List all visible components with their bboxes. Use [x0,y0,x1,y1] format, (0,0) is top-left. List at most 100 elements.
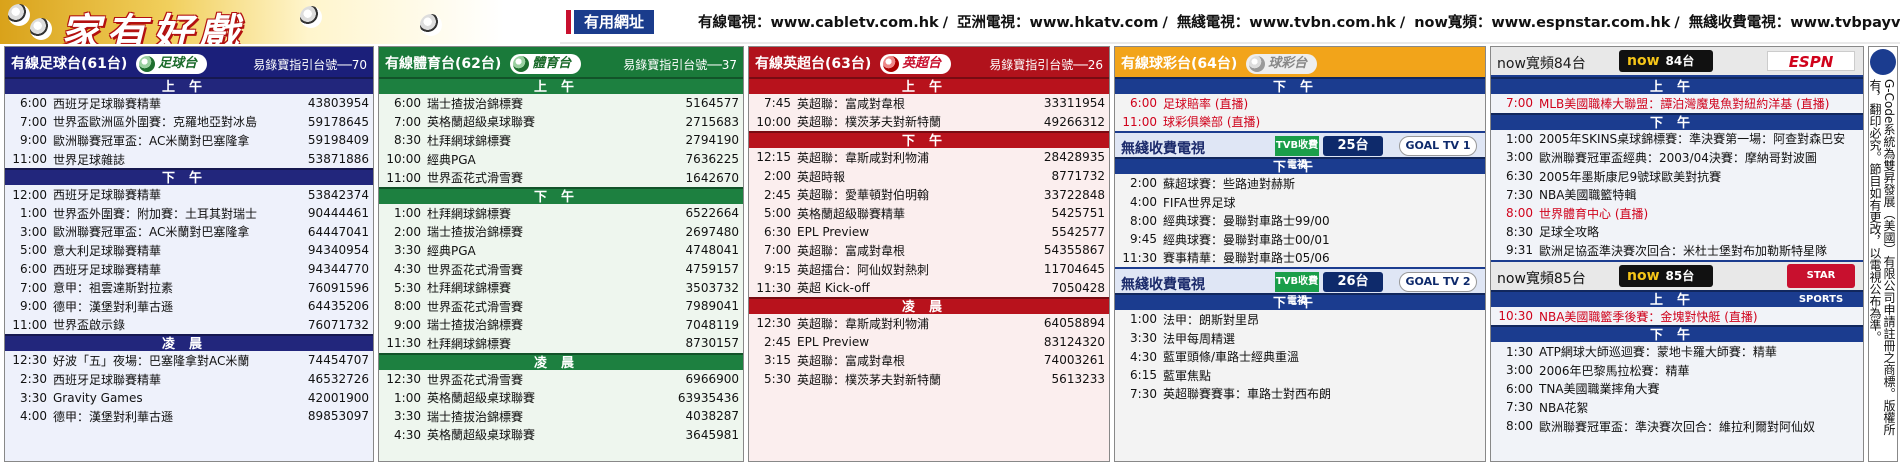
now-85-header: now寬頻85台 now 85台 STAR SPORTS [1491,259,1863,305]
program-title: 好波「五」夜場：巴塞隆拿對AC米蘭 [53,353,250,368]
gcode: 64058894 [1043,316,1105,331]
channel-name: 有線英超台(63台) [755,56,872,72]
section-header: 下午 [5,168,373,186]
program-title: 英超聯：樸茨茅夫對新特蘭 [797,115,942,130]
url-tvb[interactable]: 無綫電視：www.tvbn.com.hk [1177,15,1396,31]
program-title: 世界盃花式滑雪賽 [427,171,524,186]
program-time: 6:00 [1130,96,1157,111]
program-time: 6:15 [1130,368,1157,383]
program-row: 1:00 2005年SKINS桌球錦標賽：準決賽第一場：阿查對森巴安 [1491,130,1863,149]
program-row: 8:00 世界體育中心 (直播) [1491,204,1863,223]
gcode: 8730157 [685,336,739,351]
gcode: 5164577 [685,96,739,111]
tvb-logo: TVB收費電視 [1275,272,1319,307]
gcode: 7636225 [685,152,739,167]
program-row: 3:15 英超聯：富咸對韋根 74003261 [749,351,1109,370]
program-row: 2:00 蘇超球賽：些路迪對赫斯 [1115,174,1485,193]
gcode: 7989041 [685,299,739,314]
guide-number: 易錄寶指引台號──37 [623,58,737,72]
program-title: 世界盃外圍賽：附加賽：土耳其對瑞士 [53,206,258,221]
program-time: 7:30 [1506,187,1533,202]
program-row: 11:30 杜拜網球錦標賽 8730157 [379,334,743,353]
program-time: 1:00 [1506,131,1533,146]
program-time: 3:30 [20,390,47,405]
channel-number: 25台 [1323,136,1383,157]
gcode: 4038287 [685,409,739,424]
gcode: 54355867 [1043,243,1105,258]
program-time: 12:30 [756,316,791,331]
channel-header: 有線英超台(63台) 英超台 易錄寶指引台號──26 [749,47,1109,77]
program-time: 7:00 [20,280,47,295]
program-time: 7:00 [20,114,47,129]
channel-column-cable-lottery: 有線球彩台(64台) 球彩台 下午 6:00 足球賠率 (直播) 11:00 球彩俱樂部… [1114,46,1486,462]
program-row: 9:00 瑞士揸拔治錦標賽 7048119 [379,316,743,335]
program-title: 球彩俱樂部 (直播) [1163,115,1261,130]
program-title: 世界盃花式滑雪賽 [427,372,524,387]
program-row: 11:00 世界足球雜誌 53871886 [5,150,373,169]
program-row: 1:00 英格蘭超級桌球聯賽 63935436 [379,388,743,407]
side-note: G-Code系統為雙昇發展（美國）有限公司申請註冊之商標。版權所有，翻印必究。節… [1868,79,1896,436]
program-time: 11:00 [1122,114,1157,129]
channel-column-cable-football: 有線足球台(61台) 足球台 易錄寶指引台號──70 上午 6:00 西班牙足球聯賽… [4,46,374,462]
program-time: 6:00 [20,262,47,277]
program-row: 7:00 英格蘭超級桌球聯賽 2715683 [379,113,743,132]
channel-column-now: now寬頻84台 now 84台 ESPN 上午 7:00 MLB美國職棒大聯盟：譚泊… [1490,46,1864,462]
section-header: 凌晨 [379,352,743,371]
program-row: 4:30 英格蘭超級桌球聯賽 3645981 [379,426,743,445]
program-time: 4:30 [1130,349,1157,364]
program-time: 12:00 [12,187,47,202]
page-title: 家有好戲 [60,11,244,44]
program-time: 8:00 [1506,419,1533,434]
program-time: 2:45 [764,334,791,349]
program-title: 西班牙足球聯賽精華 [53,188,162,203]
program-row: 9:15 英超擂台：阿仙奴對熱刺 11704645 [749,260,1109,279]
url-atv[interactable]: 亞洲電視：www.hkatv.com [957,15,1158,31]
channel-name: now寬頻84台 [1497,56,1586,72]
program-time: 4:30 [394,262,421,277]
program-row: 4:30 藍軍頭條/車路士經典重溫 [1115,347,1485,366]
program-row: 1:00 世界盃外圍賽：附加賽：土耳其對瑞士 90444461 [5,204,373,223]
program-row: 10:00 英超聯：樸茨茅夫對新特蘭 49266312 [749,113,1109,132]
program-title: 法甲：朗斯對里昂 [1163,312,1260,327]
program-title: 世界體育中心 (直播) [1539,206,1649,221]
program-title: 2005年墨斯康尼9號球歐美對抗賽 [1539,169,1722,184]
program-time: 3:00 [1506,150,1533,165]
channel-header: now寬頻84台 now 84台 ESPN [1491,47,1863,77]
url-now[interactable]: now寬頻：www.espnstar.com.hk [1414,15,1670,31]
program-row: 6:30 2005年墨斯康尼9號球歐美對抗賽 [1491,167,1863,186]
program-title: 德甲：漢堡對利華古遜 [53,409,174,424]
program-time: 10:30 [1498,309,1533,324]
section-header: 上午 [749,77,1109,95]
program-row: 9:31 歐洲足協盃準決賽次回合：米杜士堡對布加勒斯特星隊 [1491,241,1863,260]
program-time: 9:31 [1506,243,1533,258]
channel-number: 26台 [1323,272,1383,293]
program-time: 5:00 [764,206,791,221]
url-cable[interactable]: 有線電視：www.cabletv.com.hk [698,15,939,31]
schedule: 上午 7:45 英超聯：富咸對韋根 33311954 10:00 英超聯：樸茨茅夫對新特蘭… [749,77,1109,388]
program-time: 1:00 [394,206,421,221]
section-header: 上午 [1491,77,1863,95]
program-time: 6:30 [1506,169,1533,184]
program-row: 7:30 NBA花絮 [1491,398,1863,417]
program-title: 世界盃花式滑雪賽 [427,299,524,314]
schedule: 上午 6:00 西班牙足球聯賽精華 43803954 7:00 世界盃歐洲區外圍賽：克羅地… [5,77,373,426]
section-header: 下午 [1491,325,1863,343]
program-title: 足球賠率 (直播) [1163,96,1249,111]
program-row: 9:45 經典球賽：曼聯對車路士00/01 [1115,230,1485,249]
url-tvbpay[interactable]: 無綫收費電視：www.tvbpayvision.com [1689,15,1900,31]
program-title: 英超擂台：阿仙奴對熱刺 [797,262,930,277]
program-time: 11:00 [386,170,421,185]
program-title: 瑞士揸拔治錦標賽 [427,96,524,111]
program-row: 7:00 世界盃歐洲區外圍賽：克羅地亞對冰島 59178645 [5,113,373,132]
gcode: 76071732 [307,317,369,332]
gcode: 4748041 [685,243,739,258]
star-sports-logo: STAR SPORTS [1787,263,1855,305]
program-row: 2:45 EPL Preview 83124320 [749,333,1109,352]
program-title: 英超聯：樸茨茅夫對新特蘭 [797,372,942,387]
gcode: 94340954 [307,243,369,258]
program-title: 世界盃花式滑雪賽 [427,262,524,277]
program-title: 瑞士揸拔治錦標賽 [427,318,524,333]
ball-icon [420,14,442,36]
program-time: 5:30 [394,280,421,295]
program-row: 6:00 足球賠率 (直播) [1115,94,1485,113]
